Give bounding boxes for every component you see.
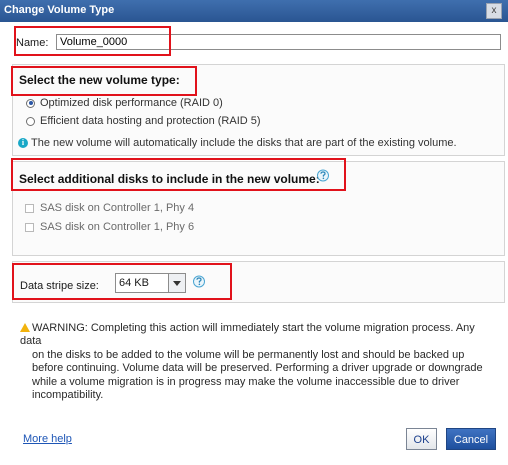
radio-button-selected[interactable] [26, 98, 35, 108]
radio-raid5[interactable]: Efficient data hosting and protection (R… [26, 115, 261, 127]
radio-button[interactable] [26, 116, 35, 126]
disk-phy4-label: SAS disk on Controller 1, Phy 4 [40, 202, 195, 214]
warning-line-2: on the disks to be added to the volume w… [32, 348, 465, 361]
ok-button[interactable]: OK [406, 428, 437, 450]
highlight-stripe-size [12, 263, 232, 300]
highlight-volume-type [11, 66, 197, 96]
disk-phy6-label: SAS disk on Controller 1, Phy 6 [40, 221, 195, 233]
disk-checkbox-phy6[interactable]: SAS disk on Controller 1, Phy 6 [25, 221, 194, 233]
cancel-button[interactable]: Cancel [446, 428, 496, 450]
more-help-link[interactable]: More help [23, 433, 72, 445]
close-icon[interactable]: x [486, 3, 502, 19]
disk-checkbox-phy4[interactable]: SAS disk on Controller 1, Phy 4 [25, 202, 194, 214]
checkbox[interactable] [25, 203, 34, 213]
radio-raid0[interactable]: Optimized disk performance (RAID 0) [26, 97, 223, 109]
warning-line-5: incompatibility. [32, 389, 104, 402]
window-title: Change Volume Type [4, 4, 115, 16]
radio-raid5-label: Efficient data hosting and protection (R… [40, 115, 261, 127]
volume-type-info-text: The new volume will automatically includ… [31, 137, 457, 149]
radio-raid0-label: Optimized disk performance (RAID 0) [40, 97, 223, 109]
warning-line-1: WARNING: Completing this action will imm… [20, 322, 475, 348]
warning-message: WARNING: Completing this action will imm… [20, 322, 490, 402]
volume-type-info: i The new volume will automatically incl… [18, 137, 457, 149]
checkbox[interactable] [25, 222, 34, 232]
highlight-additional-disks [11, 158, 346, 191]
warning-line-4: while a volume migration is in progress … [32, 375, 460, 388]
highlight-name [14, 26, 171, 56]
warning-triangle-icon [20, 323, 30, 332]
info-icon: i [18, 138, 28, 148]
warning-line-3: before continuing. Volume data will be p… [32, 362, 483, 375]
title-bar: Change Volume Type x [0, 0, 508, 22]
